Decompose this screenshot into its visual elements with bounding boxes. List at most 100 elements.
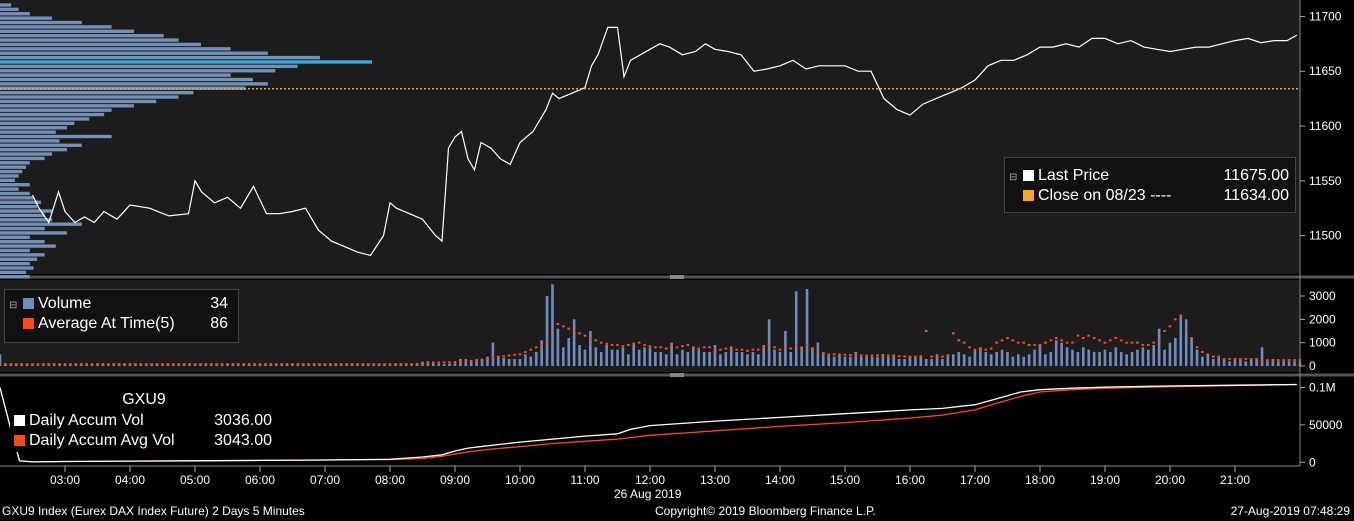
avg-marker (112, 363, 116, 366)
avg-marker (724, 347, 728, 350)
avg-marker (258, 363, 262, 366)
x-tick-label: 19:00 (1090, 473, 1120, 487)
volume-bar (784, 331, 787, 366)
x-tick-label: 12:00 (635, 473, 665, 487)
profile-bar (0, 64, 298, 69)
profile-bar (0, 12, 30, 16)
avg-marker (935, 355, 939, 358)
avg-marker (746, 349, 749, 352)
profile-bar (0, 218, 53, 222)
volume-bar (843, 356, 847, 366)
avg-marker (789, 347, 793, 350)
volume-bar (1060, 342, 1063, 366)
profile-bar (0, 248, 30, 253)
avg-marker (1054, 337, 1058, 339)
avg-marker (1287, 359, 1291, 362)
volume-bar (1179, 314, 1183, 366)
avg-marker (876, 354, 879, 357)
volume-bar (1152, 345, 1156, 366)
volume-bar (1006, 352, 1009, 366)
accum-tick-label: 50000 (1309, 418, 1343, 432)
volume-bar (491, 342, 495, 366)
volume-bar (919, 356, 923, 366)
avg-marker (1179, 316, 1183, 318)
profile-bar (0, 270, 27, 275)
volume-bar (1125, 354, 1128, 366)
avg-marker (973, 348, 977, 351)
avg-marker (199, 363, 202, 366)
volume-bar (1141, 347, 1145, 366)
avg-marker (394, 363, 397, 366)
avg-label: Average At Time(5) (38, 315, 175, 332)
legend-collapse-icon[interactable]: ⊟ (1009, 168, 1017, 188)
accum-avg-label: Daily Accum Avg Vol (29, 432, 175, 449)
divider-grip[interactable] (670, 373, 684, 377)
volume-bar (773, 349, 776, 366)
accum-vol-label: Daily Accum Vol (29, 412, 144, 429)
avg-marker (556, 323, 560, 325)
x-tick-label: 03:00 (50, 473, 80, 487)
volume-bar (648, 347, 652, 366)
avg-marker (367, 363, 370, 366)
avg-marker (924, 330, 928, 332)
avg-marker (984, 348, 988, 351)
volume-bar (670, 342, 673, 366)
avg-marker (90, 363, 94, 366)
avg-marker (729, 346, 733, 349)
avg-marker (486, 358, 489, 360)
avg-marker (1276, 359, 1280, 362)
avg-marker (25, 363, 29, 366)
avg-marker (762, 346, 766, 349)
profile-bar (0, 240, 45, 244)
volume-legend[interactable]: Volume 34 Average At Time(5) 86 ⊟ (4, 289, 239, 343)
avg-marker (957, 339, 961, 342)
x-tick-label: 20:00 (1155, 473, 1185, 487)
avg-marker (79, 363, 83, 366)
profile-bar (0, 165, 27, 169)
volume-bar (605, 345, 608, 366)
price-legend[interactable]: Last Price 11675.00 Close on 08/23 ---- … (1004, 157, 1296, 213)
avg-marker (979, 348, 982, 351)
profile-bar (0, 42, 201, 47)
avg-marker (139, 363, 143, 366)
profile-bar (0, 73, 231, 77)
avg-marker (832, 353, 836, 356)
avg-marker (1119, 339, 1123, 342)
avg-marker (1049, 339, 1053, 342)
avg-marker (735, 348, 738, 351)
volume-bar (627, 354, 630, 366)
avg-marker (610, 344, 614, 346)
avg-marker (1092, 337, 1096, 339)
accum-tick-label: 0.1M (1309, 380, 1336, 394)
profile-bar (0, 38, 179, 42)
volume-bar (908, 356, 912, 366)
profile-bar (0, 253, 45, 257)
accum-legend[interactable]: GXU9 Daily Accum Vol 3036.00 Daily Accum… (10, 380, 278, 452)
volume-bar (1217, 356, 1221, 366)
volume-bar (572, 319, 576, 366)
x-tick-label: 08:00 (375, 473, 405, 487)
avg-marker (697, 347, 701, 350)
volume-bar (1249, 359, 1253, 366)
volume-bar (1195, 349, 1199, 366)
volume-bar (1027, 354, 1031, 366)
volume-bar (876, 356, 879, 366)
profile-bar (0, 266, 34, 270)
avg-marker (849, 354, 852, 357)
profile-bar (0, 187, 19, 191)
x-tick-label: 21:00 (1220, 473, 1250, 487)
volume-bar (746, 354, 749, 366)
profile-bar (0, 47, 231, 51)
legend-collapse-icon[interactable]: ⊟ (9, 296, 17, 316)
avg-marker (589, 337, 592, 339)
avg-marker (919, 355, 923, 358)
volume-bar (1260, 347, 1264, 366)
volume-bar (1087, 349, 1091, 366)
volume-bar (757, 354, 760, 366)
profile-bar (0, 117, 90, 121)
avg-marker (1260, 359, 1264, 362)
divider-grip[interactable] (670, 275, 684, 279)
avg-marker (448, 361, 451, 364)
avg-marker (307, 363, 311, 366)
profile-bar (0, 231, 67, 235)
